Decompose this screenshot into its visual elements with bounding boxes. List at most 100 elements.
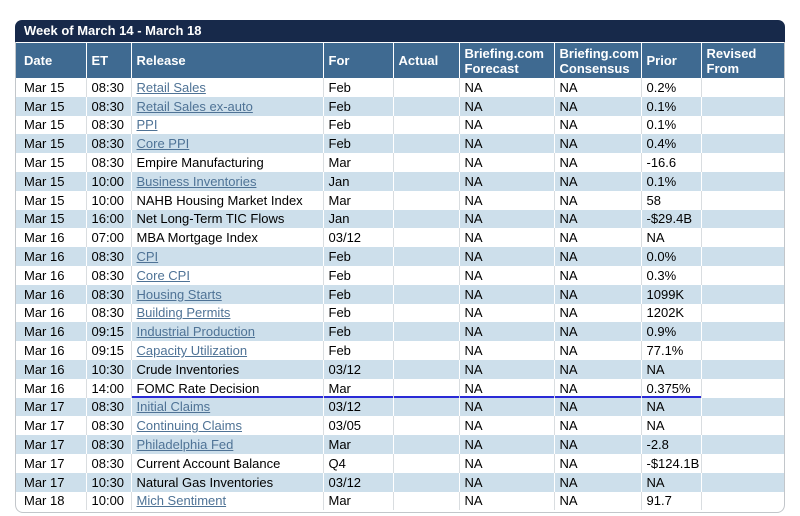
cell-prior: -16.6 [641,153,701,172]
cell-forecast: NA [459,116,554,135]
cell-date: Mar 15 [16,153,86,172]
cell-forecast: NA [459,322,554,341]
cell-forecast: NA [459,360,554,379]
cell-revised [701,191,785,210]
release-link[interactable]: Industrial Production [137,324,256,339]
cell-prior: 77.1% [641,341,701,360]
cell-revised [701,247,785,266]
table-row: Mar 1608:30Housing StartsFebNANA1099K [16,285,785,304]
table-row: Mar 1516:00Net Long-Term TIC FlowsJanNAN… [16,210,785,229]
cell-forecast: NA [459,492,554,511]
cell-release: Capacity Utilization [131,341,323,360]
cell-revised [701,398,785,417]
column-header-release: Release [131,43,323,78]
cell-forecast: NA [459,210,554,229]
release-link[interactable]: Mich Sentiment [137,493,227,508]
cell-revised [701,172,785,191]
cell-date: Mar 15 [16,191,86,210]
column-header-for: For [323,43,393,78]
cell-actual [393,266,459,285]
cell-date: Mar 15 [16,172,86,191]
release-link[interactable]: Retail Sales [137,80,206,95]
cell-consensus: NA [554,134,641,153]
cell-forecast: NA [459,134,554,153]
release-link[interactable]: Core PPI [137,136,190,151]
table-row: Mar 1608:30Core CPIFebNANA0.3% [16,266,785,285]
table-row: Mar 1610:30Crude Inventories03/12NANANA [16,360,785,379]
table-row: Mar 1810:00Mich SentimentMarNANA91.7 [16,492,785,511]
cell-forecast: NA [459,172,554,191]
release-link[interactable]: Building Permits [137,305,231,320]
cell-et: 14:00 [86,379,131,398]
cell-for: Feb [323,97,393,116]
cell-revised [701,454,785,473]
cell-for: Feb [323,304,393,323]
table-row: Mar 1609:15Capacity UtilizationFebNANA77… [16,341,785,360]
cell-release: Mich Sentiment [131,492,323,511]
cell-prior: NA [641,473,701,492]
cell-revised [701,228,785,247]
cell-release: Current Account Balance [131,454,323,473]
release-link[interactable]: CPI [137,249,159,264]
cell-prior: 0.0% [641,247,701,266]
cell-release: Initial Claims [131,398,323,417]
cell-et: 09:15 [86,322,131,341]
cell-et: 08:30 [86,435,131,454]
release-link[interactable]: Capacity Utilization [137,343,248,358]
cell-consensus: NA [554,116,641,135]
cell-et: 16:00 [86,210,131,229]
release-link[interactable]: Retail Sales ex-auto [137,99,253,114]
cell-actual [393,247,459,266]
table-row: Mar 1510:00NAHB Housing Market IndexMarN… [16,191,785,210]
cell-forecast: NA [459,78,554,97]
cell-et: 08:30 [86,266,131,285]
cell-revised [701,322,785,341]
cell-release: Core PPI [131,134,323,153]
cell-actual [393,492,459,511]
cell-prior: 1202K [641,304,701,323]
cell-et: 10:00 [86,172,131,191]
cell-date: Mar 17 [16,435,86,454]
cell-release: CPI [131,247,323,266]
cell-consensus: NA [554,285,641,304]
table-row: Mar 1710:30Natural Gas Inventories03/12N… [16,473,785,492]
cell-revised [701,78,785,97]
cell-revised [701,210,785,229]
release-link[interactable]: Philadelphia Fed [137,437,234,452]
cell-release: MBA Mortgage Index [131,228,323,247]
release-link[interactable]: Initial Claims [137,399,211,414]
cell-for: Feb [323,266,393,285]
table-row: Mar 1708:30Initial Claims03/12NANANA [16,398,785,417]
release-link[interactable]: PPI [137,117,158,132]
cell-for: Jan [323,172,393,191]
cell-forecast: NA [459,191,554,210]
table-row: Mar 1614:00FOMC Rate DecisionMarNANA0.37… [16,379,785,398]
release-link[interactable]: Housing Starts [137,287,222,302]
cell-date: Mar 16 [16,341,86,360]
cell-actual [393,285,459,304]
cell-for: Q4 [323,454,393,473]
cell-et: 08:30 [86,454,131,473]
release-link[interactable]: Continuing Claims [137,418,243,433]
cell-et: 08:30 [86,153,131,172]
cell-forecast: NA [459,473,554,492]
cell-date: Mar 16 [16,228,86,247]
cell-release: Empire Manufacturing [131,153,323,172]
cell-consensus: NA [554,210,641,229]
cell-prior: 0.2% [641,78,701,97]
cell-et: 08:30 [86,97,131,116]
table-row: Mar 1508:30Retail Sales ex-autoFebNANA0.… [16,97,785,116]
release-link[interactable]: Business Inventories [137,174,257,189]
column-header-briefing-consensus: Briefing.com Consensus [554,43,641,78]
cell-et: 08:30 [86,398,131,417]
cell-prior: NA [641,398,701,417]
cell-et: 10:30 [86,473,131,492]
cell-et: 07:00 [86,228,131,247]
cell-release: Industrial Production [131,322,323,341]
release-link[interactable]: Core CPI [137,268,190,283]
cell-forecast: NA [459,304,554,323]
cell-revised [701,97,785,116]
cell-revised [701,360,785,379]
cell-date: Mar 17 [16,454,86,473]
column-header-actual: Actual [393,43,459,78]
